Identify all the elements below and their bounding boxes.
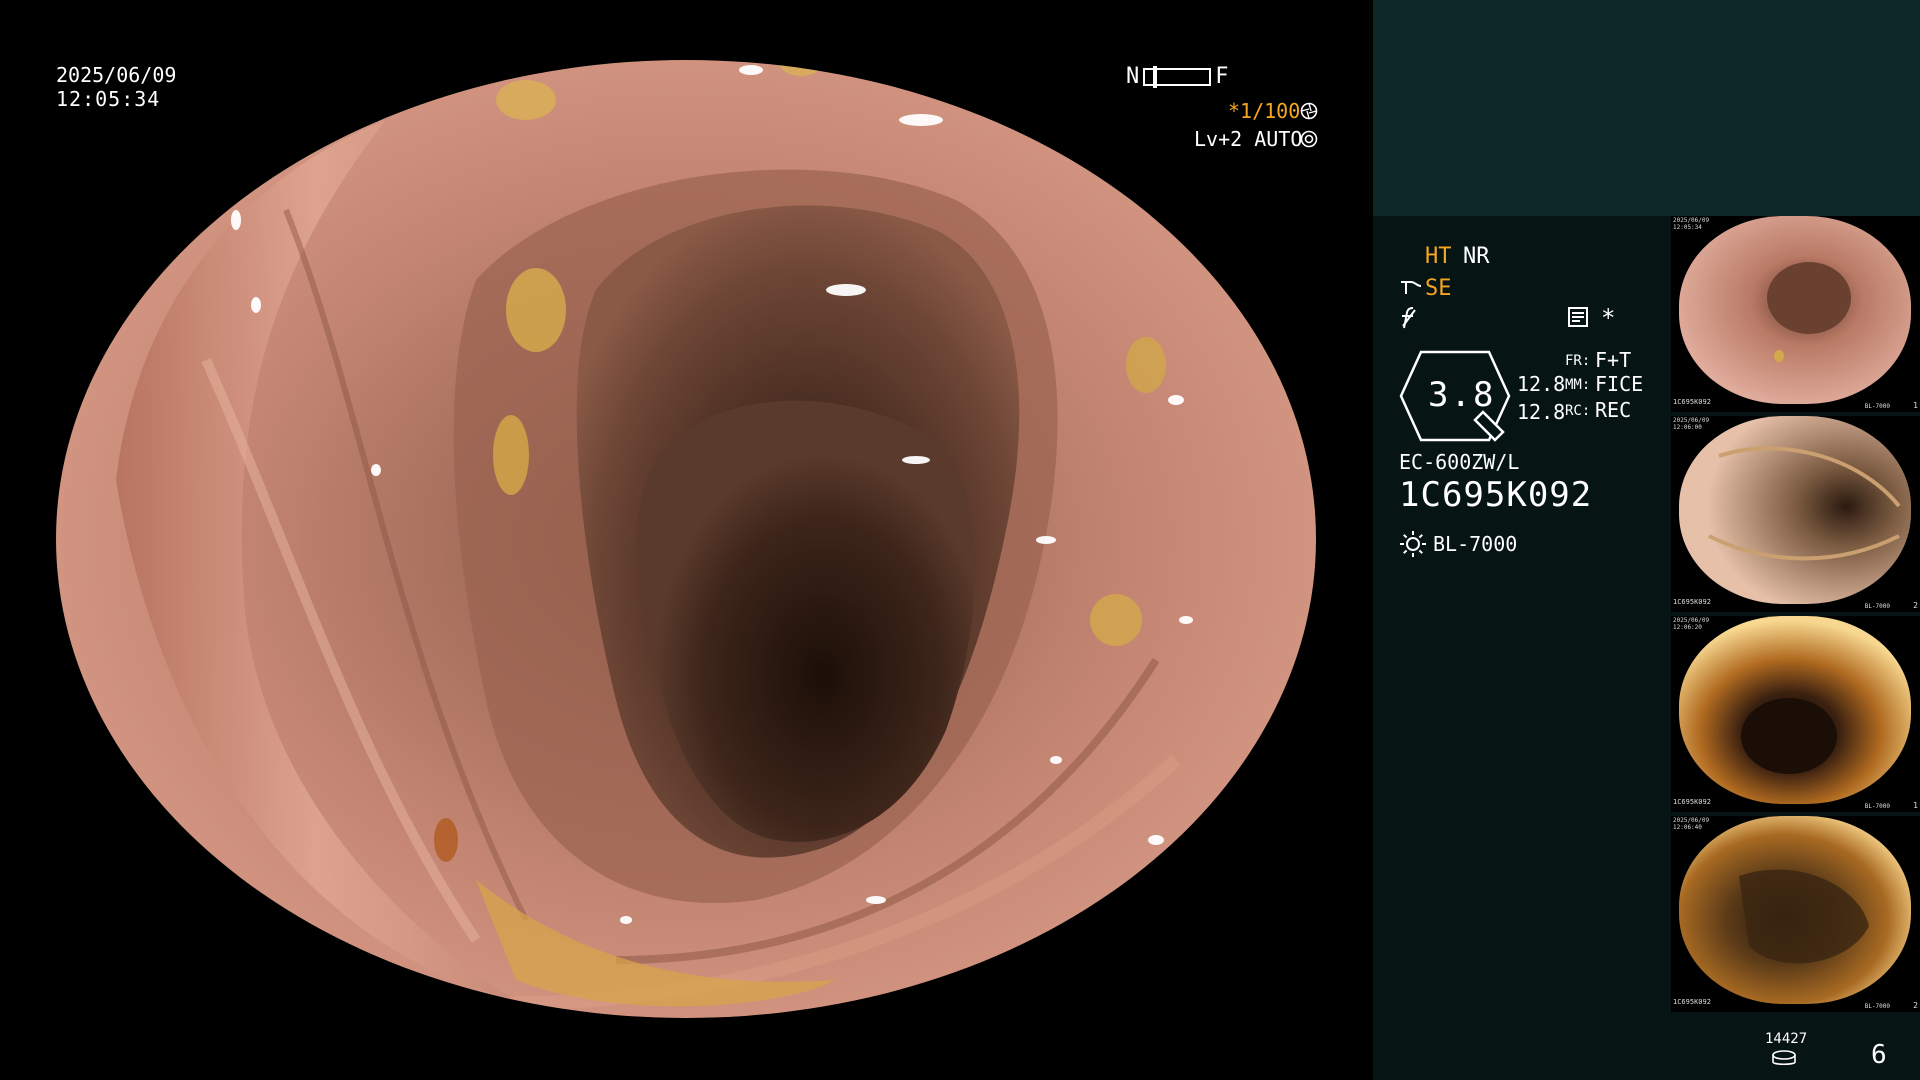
panel-header-area [1373,0,1920,216]
thumbnail-image [1679,616,1911,804]
thumbnail-serial: 1C695K092 [1673,398,1711,406]
auto-icon [1300,130,1318,148]
info-panel: HT NR SE * 3.8 12.8 12.8 FR: F+T MM: FIC… [1373,0,1920,1080]
ht-mode: HT [1425,244,1452,269]
captured-thumbnail[interactable]: 2025/06/09 12:06:40 1C695K092 BL-7000 2 [1671,816,1920,1012]
brightness-level: Lv+2 AUTO [1194,127,1303,151]
light-source-model: BL-7000 [1433,532,1518,556]
thumbnail-serial: 1C695K092 [1673,598,1711,606]
exam-date: 2025/06/09 [56,63,177,87]
endoscope-view: 2025/06/09 12:05:34 N F *1/100 Lv+2 AUTO [0,0,1373,1080]
far-label: F [1215,64,1229,89]
near-far-indicator: N F [1126,64,1229,89]
captured-thumbnail[interactable]: 2025/06/09 12:06:00 1C695K092 BL-7000 2 [1671,416,1920,612]
thumbnail-index: 2 [1913,601,1918,610]
scope-tool-icon [1401,281,1422,294]
fr-key: FR: [1565,353,1591,369]
zoom-value: 3.8 [1428,375,1496,415]
nr-mode: NR [1463,244,1490,269]
thumbnail-model: BL-7000 [1864,803,1890,810]
thumbnail-model: BL-7000 [1864,1003,1890,1010]
se-mode: SE [1425,276,1452,301]
colon-lumen-image [56,60,1316,1018]
shutter-icon [1300,102,1318,120]
light-source-icon [1400,531,1426,557]
image-count: 14427 [1765,1031,1808,1047]
rc-value: REC [1595,398,1632,422]
thumbnail-date: 2025/06/09 12:05:34 [1673,217,1710,231]
thumbnail-date: 2025/06/09 12:06:40 [1673,817,1710,831]
parameter-value-1: 12.8 [1517,372,1566,396]
thumbnail-serial: 1C695K092 [1673,798,1711,806]
near-far-bar [1143,65,1212,88]
thumbnail-image [1679,216,1911,404]
scope-model: EC-600ZW/L [1399,450,1520,474]
thumbnail-date: 2025/06/09 12:06:00 [1673,417,1710,431]
fr-value: F+T [1595,348,1632,372]
mm-key: MM: [1565,377,1591,393]
fice-icon [1402,307,1416,329]
memo-icon [1568,307,1588,327]
rc-key: RC: [1565,403,1591,419]
scope-serial: 1C695K092 [1399,475,1593,515]
disk-icon [1772,1050,1796,1066]
thumbnail-index: 1 [1913,401,1918,410]
captured-thumbnail[interactable]: 2025/06/09 12:06:20 1C695K092 BL-7000 1 [1671,616,1920,812]
page-number: 6 [1871,1040,1887,1070]
thumbnail-image [1679,416,1911,604]
thumbnail-index: 2 [1913,1001,1918,1010]
thumbnail-index: 1 [1913,801,1918,810]
exam-time: 12:05:34 [56,87,161,111]
endoscope-image [56,60,1316,1018]
thumbnail-model: BL-7000 [1864,403,1890,410]
captured-thumbnail[interactable]: 2025/06/09 12:05:34 1C695K092 BL-7000 1 [1671,216,1920,412]
near-label: N [1126,64,1140,89]
parameter-value-2: 12.8 [1517,400,1566,424]
shutter-speed: *1/100 [1228,99,1301,123]
thumbnail-model: BL-7000 [1864,603,1890,610]
thumbnail-serial: 1C695K092 [1673,998,1711,1006]
star-indicator: * [1601,304,1616,332]
mm-value: FICE [1595,372,1644,396]
thumbnail-image [1679,816,1911,1004]
thumbnail-date: 2025/06/09 12:06:20 [1673,617,1710,631]
